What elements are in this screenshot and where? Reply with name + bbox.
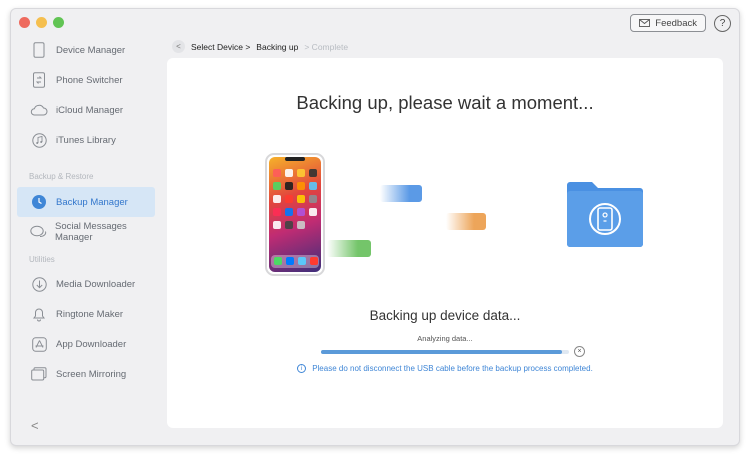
usb-notice: i Please do not disconnect the USB cable…	[167, 364, 723, 373]
sidebar-item-label: Screen Mirroring	[56, 368, 127, 380]
info-icon: i	[297, 364, 307, 373]
app-store-icon	[30, 335, 48, 353]
music-note-icon	[30, 131, 48, 149]
breadcrumb-complete: > Complete	[304, 41, 349, 52]
sidebar-item-label: Social Messages Manager	[55, 221, 127, 243]
feedback-button[interactable]: Feedback	[630, 14, 706, 32]
section-label-utilities: Utilities	[29, 255, 55, 264]
notice-text: Please do not disconnect the USB cable b…	[312, 364, 593, 373]
backup-folder-icon	[567, 182, 643, 247]
phone-transfer-icon	[30, 71, 48, 89]
sidebar-item-media-downloader[interactable]: Media Downloader	[17, 269, 155, 299]
iphone-illustration	[265, 153, 325, 276]
sidebar-item-app-downloader[interactable]: App Downloader	[17, 329, 155, 359]
sidebar-item-device-manager[interactable]: Device Manager	[17, 35, 155, 65]
backup-clock-icon	[30, 193, 48, 211]
sidebar-item-label: Media Downloader	[56, 278, 136, 290]
cancel-backup-button[interactable]: ×	[574, 346, 585, 357]
bell-icon	[30, 305, 48, 323]
transfer-packet-orange	[446, 213, 486, 230]
sidebar-item-label: iCloud Manager	[56, 104, 124, 116]
mail-icon	[639, 19, 651, 27]
breadcrumb-select-device: Select Device >	[191, 41, 251, 52]
feedback-label: Feedback	[655, 17, 697, 29]
chat-bubbles-icon	[30, 223, 47, 241]
close-window-button[interactable]	[19, 17, 30, 28]
screen-mirror-icon	[30, 365, 48, 383]
sidebar-item-ringtone-maker[interactable]: Ringtone Maker	[17, 299, 155, 329]
download-circle-icon	[30, 275, 48, 293]
traffic-lights	[19, 17, 64, 28]
sidebar-item-label: App Downloader	[56, 338, 127, 350]
topbar-actions: Feedback ?	[630, 14, 731, 32]
minimize-window-button[interactable]	[36, 17, 47, 28]
phone-screen	[269, 157, 321, 272]
status-subtitle: Analyzing data...	[417, 334, 473, 343]
sidebar-item-social-messages-manager[interactable]: Social Messages Manager	[17, 217, 155, 247]
app-window: Feedback ? Device Manager Phone Switcher…	[10, 8, 740, 446]
progress-fill	[321, 350, 562, 354]
sidebar-item-label: Backup Manager	[56, 196, 128, 208]
sidebar-item-label: Ringtone Maker	[56, 308, 124, 320]
progress-bar	[321, 350, 569, 354]
collapse-sidebar-button[interactable]: <	[31, 418, 39, 433]
breadcrumb-backing-up: Backing up	[256, 41, 299, 52]
transfer-packet-green	[327, 240, 371, 257]
app-grid-icon	[271, 157, 319, 268]
sidebar: Device Manager Phone Switcher iCloud Man…	[11, 33, 161, 445]
status-title: Backing up device data...	[369, 308, 521, 323]
sidebar-item-itunes-library[interactable]: iTunes Library	[17, 125, 155, 155]
sidebar-item-label: Phone Switcher	[56, 74, 123, 86]
help-button[interactable]: ?	[714, 14, 731, 32]
sidebar-item-screen-mirroring[interactable]: Screen Mirroring	[17, 359, 155, 389]
section-label-backup-restore: Backup & Restore	[29, 172, 94, 181]
sidebar-item-backup-manager[interactable]: Backup Manager	[17, 187, 155, 217]
sidebar-item-label: Device Manager	[56, 44, 126, 56]
transfer-packet-blue	[380, 185, 422, 202]
breadcrumb: < Select Device > Backing up > Complete	[172, 40, 348, 53]
back-button[interactable]: <	[172, 40, 185, 53]
main-panel: Backing up, please wait a moment... Back…	[167, 58, 723, 428]
sidebar-item-icloud-manager[interactable]: iCloud Manager	[17, 95, 155, 125]
zoom-window-button[interactable]	[53, 17, 64, 28]
phone-outline-icon	[30, 41, 48, 59]
sidebar-item-label: iTunes Library	[56, 134, 116, 146]
cloud-icon	[30, 101, 48, 119]
page-title: Backing up, please wait a moment...	[296, 92, 594, 113]
sidebar-item-phone-switcher[interactable]: Phone Switcher	[17, 65, 155, 95]
